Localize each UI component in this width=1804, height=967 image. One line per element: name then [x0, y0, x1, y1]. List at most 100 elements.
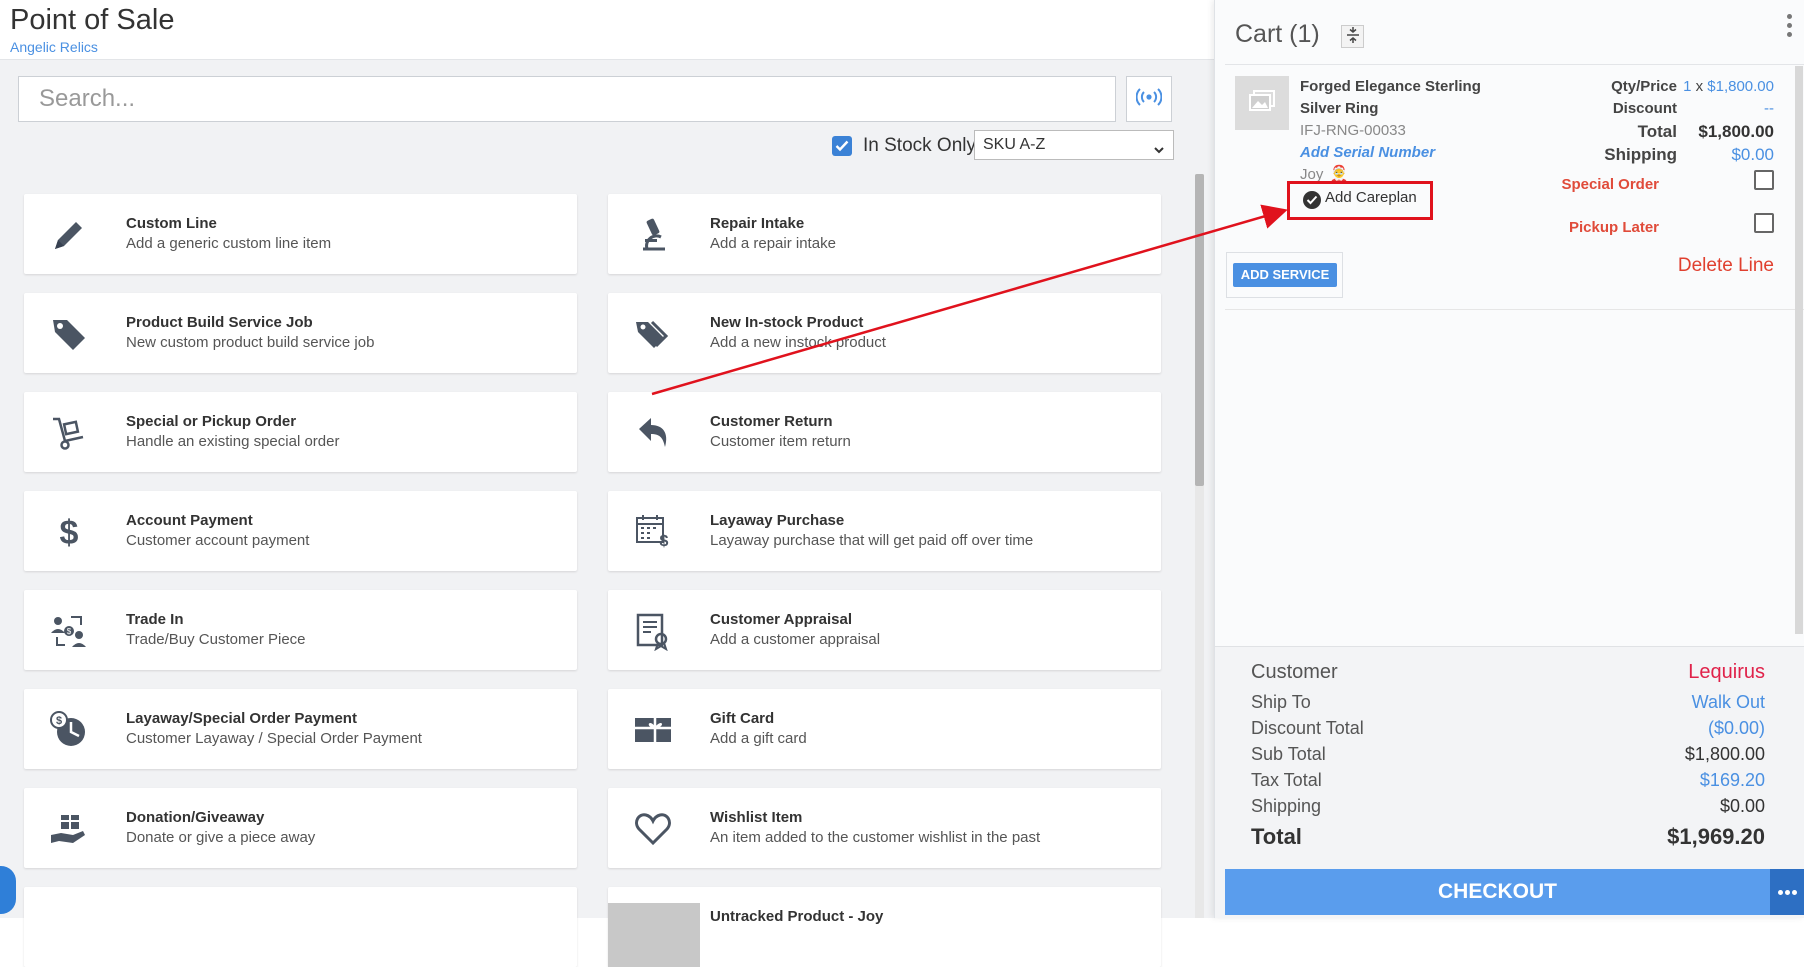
tile-title: Untracked Product - Joy	[710, 908, 884, 925]
heart-icon	[632, 808, 674, 850]
action-tile[interactable]: Special or Pickup Order Handle an existin…	[24, 392, 577, 472]
more-vertical-icon[interactable]	[1785, 14, 1793, 42]
qty-price-value[interactable]: 1 x $1,800.00	[1683, 78, 1774, 95]
special-order-checkbox[interactable]	[1754, 170, 1774, 190]
tile-title: Trade In	[126, 611, 184, 628]
tile-subtitle: Add a repair intake	[710, 235, 836, 252]
help-chat-bubble[interactable]	[0, 866, 16, 914]
customer-label: Customer	[1251, 661, 1338, 683]
products-scrollbar-thumb[interactable]	[1195, 174, 1204, 486]
tile-title: Layaway/Special Order Payment	[126, 710, 357, 727]
item-sku: IFJ-RNG-00033	[1300, 122, 1406, 139]
total-label: Total	[1251, 824, 1302, 849]
add-serial-number-link[interactable]: Add Serial Number	[1300, 144, 1435, 161]
tile-subtitle: Customer Layaway / Special Order Payment	[126, 730, 422, 747]
qty-value[interactable]: 1	[1683, 78, 1691, 95]
tags-icon	[632, 313, 674, 355]
customer-value[interactable]: Lequirus	[1688, 661, 1765, 684]
discount-total-label: Discount Total	[1251, 718, 1364, 738]
action-tile[interactable]: $ Account Payment Customer account payment	[24, 491, 577, 571]
chevron-down-icon	[1153, 138, 1165, 166]
tile-subtitle: Customer account payment	[126, 532, 310, 549]
tile-title: Special or Pickup Order	[126, 413, 297, 430]
shipping-value: $0.00	[1719, 796, 1765, 816]
svg-text:$: $	[660, 533, 669, 550]
more-horizontal-icon[interactable]	[1770, 869, 1804, 915]
cart-scrollbar[interactable]	[1795, 66, 1803, 634]
tile-subtitle: Handle an existing special order	[126, 433, 340, 450]
line-shipping-value[interactable]: $0.00	[1731, 145, 1774, 165]
price-value[interactable]: $1,800.00	[1707, 78, 1774, 95]
action-tile[interactable]: New In-stock Product Add a new instock pr…	[608, 293, 1161, 373]
divider	[1225, 64, 1804, 65]
tile-title: Customer Return	[710, 413, 833, 430]
clock-dollar-icon: $	[48, 709, 90, 751]
sub-total-label: Sub Total	[1251, 744, 1326, 764]
order-summary: Customer Lequirus Ship To Walk Out Disco…	[1215, 646, 1804, 918]
line-total-label: Total	[1637, 122, 1677, 141]
sort-select[interactable]: SKU A-Z	[974, 130, 1174, 160]
action-tile[interactable]: Customer Appraisal Add a customer apprais…	[608, 590, 1161, 670]
cart-title: Cart (1)	[1235, 20, 1320, 48]
pickup-later-checkbox[interactable]	[1754, 213, 1774, 233]
item-name: Forged Elegance Sterling	[1300, 78, 1481, 95]
shield-check-icon	[1303, 191, 1321, 209]
image-placeholder-icon	[1248, 89, 1276, 118]
action-tile[interactable]: $ Layaway Purchase Layaway purchase that w…	[608, 491, 1161, 571]
tile-subtitle: Trade/Buy Customer Piece	[126, 631, 306, 648]
calendar-dollar-icon: $	[632, 511, 674, 553]
tile-title: Wishlist Item	[710, 809, 803, 826]
ship-to-value[interactable]: Walk Out	[1692, 692, 1765, 713]
ship-to-label: Ship To	[1251, 692, 1311, 712]
tile-title: Gift Card	[710, 710, 775, 727]
product-thumbnail	[1235, 76, 1289, 130]
action-tile[interactable]: $ Trade In Trade/Buy Customer Piece	[24, 590, 577, 670]
tile-subtitle: Add a customer appraisal	[710, 631, 881, 648]
delete-line-button[interactable]: Delete Line	[1678, 255, 1774, 277]
action-tile[interactable]: Repair Intake Add a repair intake	[608, 194, 1161, 274]
user-exchange-icon: $	[48, 610, 90, 652]
svg-text:$: $	[60, 514, 79, 552]
tile-subtitle: Add a new instock product	[710, 334, 886, 351]
action-tile[interactable]: Gift Card Add a gift card	[608, 689, 1161, 769]
tile-subtitle: Add a gift card	[710, 730, 807, 747]
discount-total-value[interactable]: ($0.00)	[1708, 718, 1765, 739]
action-tile[interactable]: Product Build Service Job New custom prod…	[24, 293, 577, 373]
action-tile[interactable]: Wishlist Item An item added to the custom…	[608, 788, 1161, 868]
collapse-icon	[1346, 27, 1360, 46]
tile-title: Customer Appraisal	[710, 611, 852, 628]
dollar-icon: $	[48, 511, 90, 553]
action-tile[interactable]: Untracked Product - Joy	[608, 887, 1161, 967]
in-stock-checkbox[interactable]	[832, 136, 852, 156]
action-tile[interactable]: Donation/Giveaway Donate or give a piece …	[24, 788, 577, 868]
tile-subtitle: Customer item return	[710, 433, 851, 450]
add-careplan-link[interactable]: Add Careplan	[1325, 189, 1417, 206]
line-shipping-label: Shipping	[1604, 145, 1677, 164]
gift-card-icon	[632, 709, 674, 751]
collapse-toggle[interactable]	[1341, 25, 1364, 48]
broadcast-icon	[1135, 87, 1163, 112]
products-pane: Point of Sale Angelic Relics Search... I…	[0, 0, 1214, 967]
checkout-button[interactable]: CHECKOUT	[1225, 869, 1770, 915]
return-arrow-icon	[632, 412, 674, 454]
qty-separator: x	[1695, 78, 1704, 95]
tile-subtitle: Donate or give a piece away	[126, 829, 316, 846]
action-tile[interactable]: Customer Return Customer item return	[608, 392, 1161, 472]
search-input[interactable]: Search...	[18, 76, 1116, 122]
store-name-link[interactable]: Angelic Relics	[10, 39, 98, 55]
action-tile[interactable]	[24, 887, 577, 967]
svg-text:$: $	[67, 627, 72, 636]
tax-total-value[interactable]: $169.20	[1700, 770, 1765, 791]
discount-value[interactable]: --	[1764, 100, 1774, 117]
product-image	[608, 903, 700, 967]
add-service-button[interactable]: ADD SERVICE	[1233, 263, 1337, 287]
scan-button[interactable]	[1126, 76, 1172, 122]
pickup-later-label: Pickup Later	[1568, 219, 1659, 236]
tile-title: New In-stock Product	[710, 314, 864, 331]
tile-subtitle: Layaway purchase that will get paid off …	[710, 532, 1034, 549]
action-tile[interactable]: $ Layaway/Special Order Payment Customer L…	[24, 689, 577, 769]
tile-title: Custom Line	[126, 215, 217, 232]
action-tile[interactable]: Custom Line Add a generic custom line ite…	[24, 194, 577, 274]
total-value: $1,969.20	[1667, 824, 1765, 849]
page-title: Point of Sale	[10, 4, 175, 36]
